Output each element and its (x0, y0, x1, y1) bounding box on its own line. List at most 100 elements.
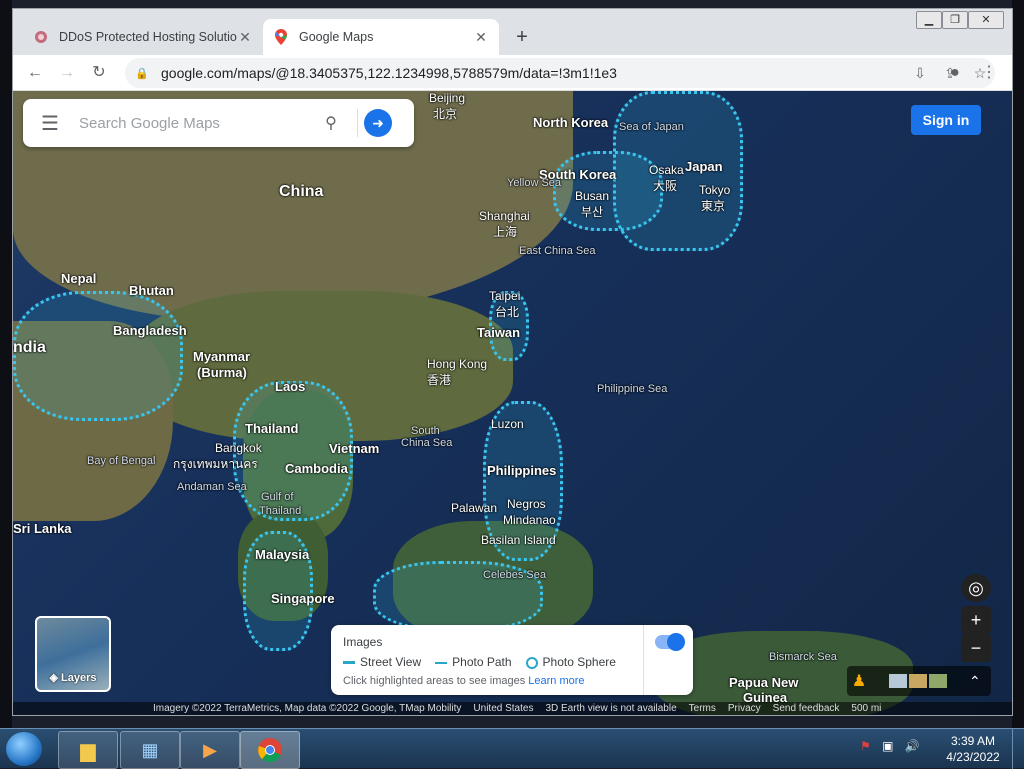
expand-up-icon[interactable]: ⌃ (969, 673, 981, 690)
label-philippines: Philippines (487, 463, 557, 478)
label-bangladesh: Bangladesh (113, 323, 187, 338)
terms-link[interactable]: Terms (689, 703, 716, 714)
legend-photo-path: Photo Path (435, 655, 512, 669)
label-japan: Japan (685, 159, 723, 174)
label-sri-lanka: Sri Lanka (13, 521, 72, 536)
chrome-taskbar-button[interactable] (240, 731, 300, 769)
lock-icon: 🔒 (135, 67, 149, 80)
clock-time: 3:39 AM (950, 734, 996, 748)
profile-avatar-icon[interactable]: ● (943, 61, 967, 85)
label-celebes-sea: Celebes Sea (483, 569, 546, 581)
country-link[interactable]: United States (473, 703, 533, 714)
label-osaka-local: 大阪 (653, 179, 678, 193)
desktop-edge-left (0, 0, 12, 728)
system-tray: ⚑ ▣ 🔊 (860, 739, 920, 753)
legend-street-view: Street View (343, 655, 421, 669)
action-center-flag-icon[interactable]: ⚑ (860, 739, 871, 753)
kebab-menu-icon[interactable]: ⋮ (977, 61, 1001, 85)
network-icon[interactable]: ▣ (882, 739, 893, 753)
show-desktop-button[interactable] (1012, 729, 1024, 769)
label-nepal: Nepal (61, 271, 97, 286)
label-luzon: Luzon (491, 417, 524, 431)
label-sea-of-japan: Sea of Japan (619, 121, 684, 133)
tab-title: Google Maps (299, 30, 374, 44)
tab-google-maps[interactable]: Google Maps ✕ (263, 19, 499, 55)
label-south-china-sea-2: China Sea (401, 437, 453, 449)
address-url[interactable]: google.com/maps/@18.3405375,122.1234998,… (161, 65, 905, 81)
label-bangkok: Bangkok (215, 441, 262, 455)
media-player-icon: ▶ (203, 739, 217, 760)
minimize-button[interactable]: ▁ (916, 11, 942, 29)
learn-more-link[interactable]: Learn more (528, 675, 584, 687)
media-player-taskbar-button[interactable]: ▶ (180, 731, 240, 769)
volume-icon[interactable]: 🔊 (905, 739, 920, 753)
zoom-out-button[interactable]: − (961, 634, 991, 662)
reload-icon[interactable]: ↻ (87, 61, 111, 85)
start-button[interactable] (6, 732, 42, 766)
label-busan-local: 부산 (581, 205, 604, 219)
directions-icon[interactable]: ➜ (364, 109, 392, 137)
forward-arrow-icon[interactable]: → (55, 61, 79, 85)
label-philippine-sea: Philippine Sea (597, 383, 668, 395)
search-divider (357, 109, 358, 137)
label-shanghai-local: 上海 (493, 225, 518, 239)
label-mindanao: Mindanao (503, 513, 556, 527)
label-india: ndia (13, 339, 46, 356)
tab-strip: DDoS Protected Hosting Solution ✕ Google… (13, 9, 1012, 55)
label-bangkok-local: กรุงเทพมหานคร (173, 457, 258, 471)
chrome-icon (258, 738, 282, 763)
explorer-taskbar-button[interactable]: ▆ (58, 731, 118, 769)
hamburger-menu-icon[interactable]: ☰ (23, 111, 77, 136)
label-beijing: Beijing (429, 91, 466, 105)
map-canvas[interactable]: Beijing 北京 North Korea Sea of Japan Sout… (13, 91, 1012, 715)
send-feedback-link[interactable]: Send feedback (773, 703, 840, 714)
label-china: China (279, 183, 324, 200)
circle-icon (525, 656, 538, 669)
label-palawan: Palawan (451, 501, 498, 515)
label-taiwan: Taiwan (477, 325, 521, 340)
label-east-china-sea: East China Sea (519, 245, 596, 257)
label-bay-of-bengal: Bay of Bengal (87, 455, 156, 467)
label-gulf-1: Gulf of (261, 491, 294, 503)
tab-ddos-hosting[interactable]: DDoS Protected Hosting Solution ✕ (23, 19, 263, 55)
desktop-edge-right (1012, 0, 1024, 728)
tab-title: DDoS Protected Hosting Solution (59, 30, 237, 44)
new-tab-button[interactable]: + (509, 24, 535, 50)
earth-view-note: 3D Earth view is not available (545, 703, 677, 714)
zoom-in-button[interactable]: + (961, 606, 991, 634)
maximize-button[interactable]: ❐ (942, 11, 968, 29)
imagery-thumb-3[interactable] (929, 674, 947, 688)
taskbar-clock[interactable]: 3:39 AM 4/23/2022 (940, 733, 1006, 765)
imagery-thumb-1[interactable] (889, 674, 907, 688)
label-gulf-2: Thailand (259, 505, 302, 517)
label-tokyo: Tokyo (699, 183, 731, 197)
label-vietnam: Vietnam (329, 441, 380, 456)
label-hong-kong-local: 香港 (427, 373, 452, 387)
label-yellow-sea: Yellow Sea (507, 177, 562, 189)
panel-divider (643, 625, 644, 695)
map-mini-toolbar: ♟ ⌃ (847, 666, 991, 696)
layers-button[interactable]: ◈ Layers (35, 616, 111, 692)
search-icon[interactable]: ⚲ (311, 113, 351, 133)
label-andaman-sea: Andaman Sea (177, 481, 247, 493)
sign-in-button[interactable]: Sign in (911, 105, 981, 135)
install-app-icon[interactable]: ⇩ (905, 65, 935, 82)
scale-label[interactable]: 500 mi (851, 703, 881, 714)
imagery-thumb-2[interactable] (909, 674, 927, 688)
address-bar[interactable]: 🔒 google.com/maps/@18.3405375,122.123499… (125, 58, 995, 88)
my-location-icon[interactable]: ◎ (961, 574, 991, 602)
privacy-link[interactable]: Privacy (728, 703, 761, 714)
google-maps-favicon-icon (273, 29, 289, 45)
close-tab-icon[interactable]: ✕ (473, 29, 489, 46)
close-tab-icon[interactable]: ✕ (237, 29, 253, 46)
images-toggle[interactable] (655, 633, 685, 651)
pegman-icon[interactable]: ♟ (847, 671, 871, 691)
browser-window: DDoS Protected Hosting Solution ✕ Google… (12, 8, 1013, 716)
search-input[interactable] (77, 113, 311, 133)
label-hong-kong: Hong Kong (427, 357, 488, 371)
label-north-korea: North Korea (533, 115, 609, 130)
back-arrow-icon[interactable]: ← (23, 61, 47, 85)
label-basilan: Basilan Island (481, 533, 556, 547)
control-panel-taskbar-button[interactable]: ▦ (120, 731, 180, 769)
close-window-button[interactable]: ✕ (968, 11, 1004, 29)
